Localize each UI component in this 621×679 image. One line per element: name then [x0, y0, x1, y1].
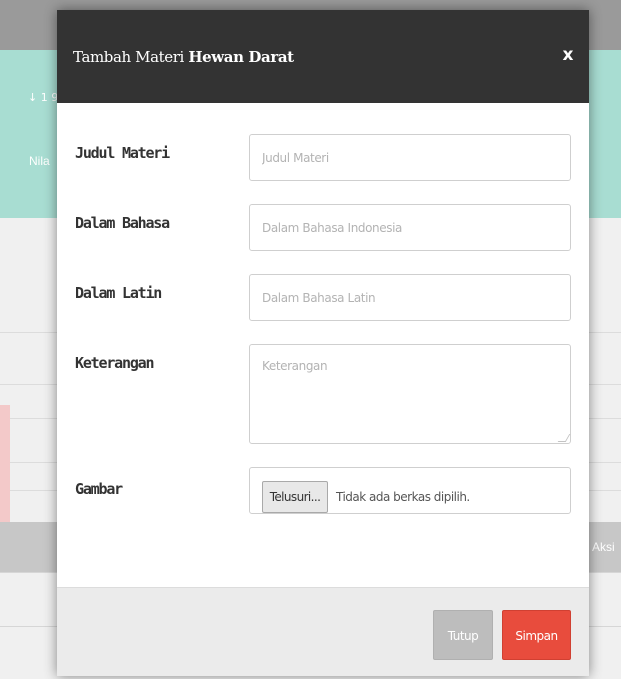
sort-label: Nila: [29, 154, 50, 168]
gambar-label: Gambar: [75, 480, 123, 498]
judul-materi-label: Judul Materi: [75, 144, 170, 162]
save-button[interactable]: Simpan: [502, 610, 571, 660]
table-header-action: Aksi: [592, 540, 615, 554]
modal-title-category: Hewan Darat: [188, 48, 294, 66]
modal-header: Tambah Materi Hewan Darat x: [57, 10, 589, 103]
modal-title-prefix: Tambah Materi: [73, 48, 184, 66]
browse-file-button[interactable]: Telusuri...: [262, 481, 328, 513]
dalam-latin-label: Dalam Latin: [75, 284, 162, 302]
add-material-modal: Tambah Materi Hewan Darat x Judul Materi…: [57, 10, 589, 676]
close-button[interactable]: Tutup: [433, 610, 493, 660]
sort-numeric-icon[interactable]: ↓ 1 9: [28, 92, 58, 103]
file-status-text: Tidak ada berkas dipilih.: [336, 490, 470, 504]
dalam-bahasa-label: Dalam Bahasa: [75, 214, 170, 232]
keterangan-label: Keterangan: [75, 354, 155, 372]
dalam-bahasa-input[interactable]: [249, 204, 571, 251]
gambar-file-input[interactable]: Telusuri... Tidak ada berkas dipilih.: [249, 467, 571, 514]
background-watermark-shape: [0, 405, 10, 525]
dalam-latin-input[interactable]: [249, 274, 571, 321]
modal-title: Tambah Materi Hewan Darat: [73, 48, 294, 66]
modal-footer: Tutup Simpan: [57, 587, 589, 676]
judul-materi-input[interactable]: [249, 134, 571, 181]
keterangan-textarea[interactable]: [249, 344, 571, 444]
close-icon[interactable]: x: [553, 38, 583, 72]
